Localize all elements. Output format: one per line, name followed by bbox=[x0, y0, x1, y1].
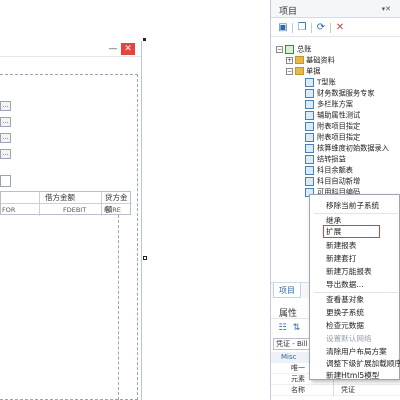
close-icon[interactable]: ✕ bbox=[121, 43, 135, 55]
dialog-titlebar[interactable]: — ✕ bbox=[0, 41, 141, 57]
tree-item[interactable]: 核算维度初始数据录入 bbox=[305, 142, 389, 153]
form-icon bbox=[305, 176, 314, 186]
grid-column-divider bbox=[39, 192, 40, 216]
tree-item[interactable]: 科目余额表 bbox=[305, 164, 353, 175]
grid-subheader-fdebit: FDEBIT bbox=[63, 206, 87, 214]
project-toolbar: ▣ ❐ ⟳ ✕ bbox=[271, 19, 400, 37]
project-panel-titlebar: 项目 ▾✕ bbox=[271, 0, 400, 18]
property-key: 唯一 bbox=[291, 364, 305, 372]
tree-item[interactable]: 附表项目指定 bbox=[305, 131, 360, 142]
tree-item-label: 多栏账方案 bbox=[317, 99, 353, 109]
menu-item-export-data[interactable]: 导出数据... bbox=[326, 279, 364, 290]
tree-item-label: 科目自动新增 bbox=[317, 176, 361, 186]
refresh-icon[interactable]: ⟳ bbox=[315, 22, 327, 34]
tree-item[interactable]: 财务数据服务专家 bbox=[305, 87, 375, 98]
menu-item-new-report[interactable]: 新建报表 bbox=[326, 240, 356, 251]
tree-item[interactable]: T型账 bbox=[305, 76, 336, 87]
menu-item-new-print-template[interactable]: 新建套打 bbox=[326, 253, 356, 264]
grid-header-credit[interactable]: 贷方金额 bbox=[105, 192, 130, 214]
menu-item-new-universal-report[interactable]: 新建万能报表 bbox=[326, 266, 372, 277]
combo-button-2[interactable]: ... bbox=[0, 117, 11, 127]
form-icon bbox=[305, 110, 314, 120]
collapse-icon[interactable]: − bbox=[276, 45, 283, 53]
form-icon bbox=[305, 132, 314, 142]
menu-separator bbox=[314, 213, 398, 214]
tree-item[interactable]: + 基础资料 bbox=[286, 54, 335, 65]
property-key: 名称 bbox=[291, 386, 305, 394]
tree-item-label: 财务数据服务专家 bbox=[317, 88, 375, 98]
menu-item-check-metadata[interactable]: 检查元数据 bbox=[326, 320, 364, 331]
tree-root[interactable]: − 总账 bbox=[276, 43, 311, 54]
alphabetical-icon[interactable]: ⇅ bbox=[291, 323, 302, 334]
pin-icon[interactable]: ▾✕ bbox=[382, 5, 391, 13]
form-icon bbox=[305, 143, 314, 153]
menu-item-remove-subsystem[interactable]: 移除当前子系统 bbox=[326, 200, 379, 211]
tree-item-label: 科目余额表 bbox=[317, 165, 353, 175]
menu-item-set-default-network[interactable]: 设置默认网络 bbox=[326, 333, 372, 344]
tree-item-label: 辅助属性测试 bbox=[317, 110, 361, 120]
properties-panel-title: 属性 bbox=[279, 309, 298, 319]
minimize-icon[interactable]: — bbox=[107, 43, 119, 55]
property-row[interactable]: 名称 凭证 bbox=[271, 385, 400, 396]
delete-icon[interactable]: ✕ bbox=[334, 22, 346, 34]
form-icon bbox=[305, 99, 314, 109]
resize-handle-top-right[interactable] bbox=[143, 38, 146, 41]
form-icon bbox=[305, 88, 314, 98]
property-key: 元素 bbox=[291, 375, 305, 383]
combo-button-3[interactable]: ... bbox=[0, 133, 11, 143]
project-panel-title: 项目 bbox=[279, 7, 298, 17]
tree-item[interactable]: 结转损益 bbox=[305, 153, 346, 164]
form-icon bbox=[305, 121, 314, 131]
menu-item-adjust-extension-order[interactable]: 调整下级扩展加载顺序 bbox=[326, 358, 400, 369]
entry-grid[interactable]: 借方金额 贷方金额 FOR FDEBIT FCRE bbox=[0, 191, 132, 216]
collapse-icon[interactable]: − bbox=[286, 67, 293, 75]
menu-item-new-html5-model[interactable]: 新建Html5模型 bbox=[326, 370, 379, 381]
tree-item[interactable]: 辅助属性测试 bbox=[305, 109, 360, 120]
highlight-box bbox=[323, 225, 380, 238]
folder-icon bbox=[295, 67, 304, 75]
expand-icon[interactable]: + bbox=[286, 56, 293, 64]
combo-button-1[interactable]: ... bbox=[0, 101, 11, 111]
tree-root-label: 总账 bbox=[297, 44, 312, 54]
context-menu: 移除当前子系统 继承 扩展 新建报表 新建套打 新建万能报表 导出数据... 查… bbox=[309, 194, 400, 380]
tree-item-label: 结转损益 bbox=[317, 154, 346, 164]
designer-canvas[interactable]: — ✕ ... ... ... ... 借方金额 贷方金额 FOR FDEBIT… bbox=[0, 0, 268, 400]
form-icon bbox=[305, 165, 314, 175]
toolbar-separator bbox=[330, 23, 331, 33]
tab-project[interactable]: 项目 bbox=[273, 283, 301, 298]
tree-item[interactable]: − 单据 bbox=[286, 65, 320, 76]
tree-item[interactable]: 多栏账方案 bbox=[305, 98, 353, 109]
resize-handle-right-middle[interactable] bbox=[143, 256, 147, 260]
property-value[interactable]: 凭证 bbox=[341, 385, 355, 396]
grid-column-divider bbox=[101, 192, 102, 216]
text-field[interactable] bbox=[0, 175, 11, 187]
tree-item-label: 附表项目指定 bbox=[317, 121, 361, 131]
categorized-icon[interactable]: ☷ bbox=[277, 323, 288, 334]
menu-item-view-base-object[interactable]: 查看基对象 bbox=[326, 294, 364, 305]
combo-button-4[interactable]: ... bbox=[0, 149, 11, 159]
ledger-icon bbox=[285, 44, 294, 54]
tree-item-label: 附表项目指定 bbox=[317, 132, 361, 142]
folder-icon bbox=[295, 56, 304, 64]
copy-icon[interactable]: ❐ bbox=[296, 22, 308, 34]
grid-column-guide bbox=[118, 215, 119, 400]
grid-subheader-for: FOR bbox=[2, 206, 16, 214]
toolbar-separator bbox=[292, 23, 293, 33]
tree-item-label: 基础资料 bbox=[306, 55, 335, 65]
toolbar-separator bbox=[311, 23, 312, 33]
menu-separator bbox=[314, 292, 398, 293]
tree-item[interactable]: 科目自动新增 bbox=[305, 175, 360, 186]
grid-header-debit[interactable]: 借方金额 bbox=[45, 192, 75, 204]
tree-item-label: 核算维度初始数据录入 bbox=[317, 143, 389, 153]
menu-item-change-subsystem[interactable]: 更换子系统 bbox=[326, 307, 364, 318]
form-icon bbox=[305, 77, 314, 87]
property-divider bbox=[333, 385, 334, 396]
form-icon bbox=[305, 154, 314, 164]
menu-item-clear-user-layout[interactable]: 清除用户布局方案 bbox=[326, 346, 387, 357]
tree-item-label: 单据 bbox=[306, 66, 321, 76]
tree-item-label: T型账 bbox=[317, 77, 336, 87]
tree-item[interactable]: 附表项目指定 bbox=[305, 120, 360, 131]
form-dialog[interactable]: — ✕ ... ... ... ... 借方金额 贷方金额 FOR FDEBIT… bbox=[0, 41, 142, 400]
new-icon[interactable]: ▣ bbox=[277, 22, 289, 34]
